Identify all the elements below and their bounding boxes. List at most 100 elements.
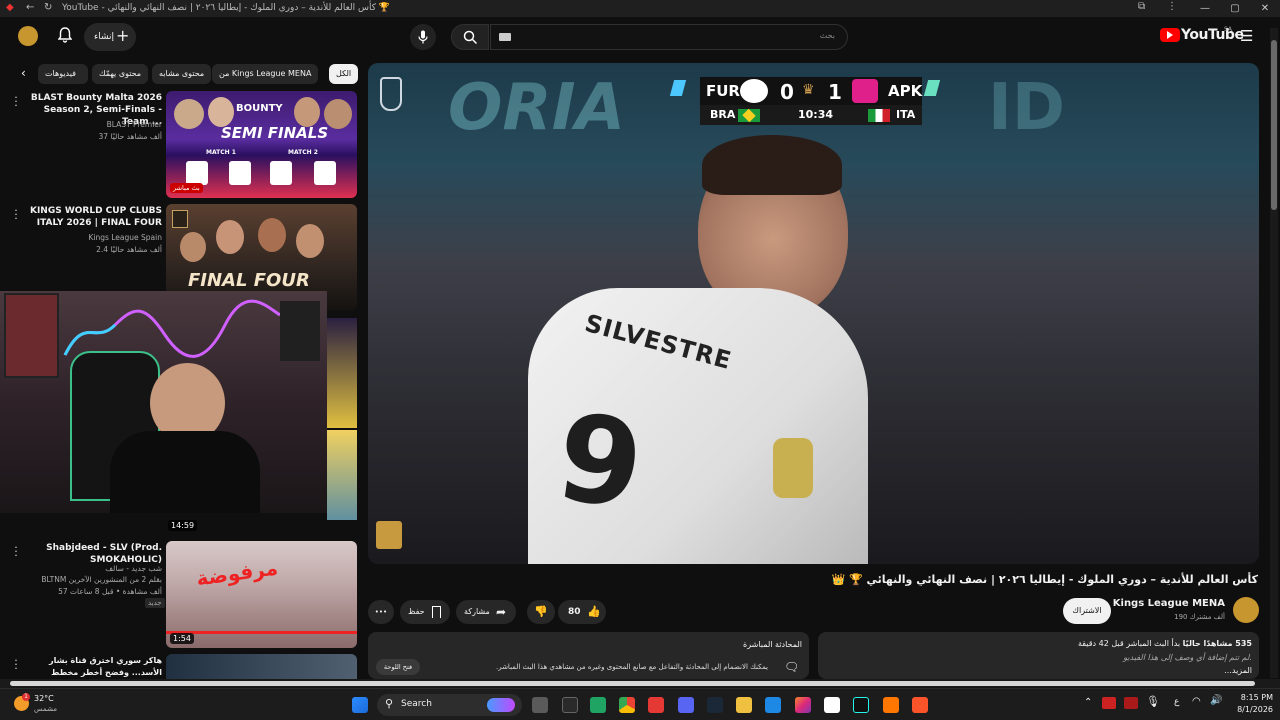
page-scrollbar[interactable] [1270,28,1278,678]
tray-chevron-icon[interactable]: ⌃ [1084,697,1092,708]
instagram-icon[interactable] [795,697,811,713]
background-banner: ID [988,71,1065,145]
clock-time[interactable]: 8:15 PM [1228,693,1273,702]
card-channel-blast[interactable]: BLAST Premier [24,119,162,131]
discord-icon[interactable] [678,697,694,713]
close-button[interactable]: ✕ [1250,0,1280,17]
channel-name[interactable]: BLTNM [41,575,66,584]
weather-badge: 1 [22,693,30,701]
flag-italy-icon [868,109,890,122]
windows-start-icon[interactable] [352,697,368,713]
video-player[interactable]: ORIA ID FUR 0 ♛ 1 APK BRA 10:34 ITA SILV… [368,63,1259,564]
search-button[interactable] [451,24,489,50]
widgets-icon[interactable] [562,697,578,713]
thumbs-up-icon[interactable]: 👍 [587,600,601,624]
card-menu-icon[interactable]: · · · [13,542,19,561]
steam-icon[interactable] [707,697,723,713]
card-menu-icon[interactable]: · · · [13,92,19,111]
keyboard-icon[interactable] [499,33,511,41]
hscroll-thumb[interactable] [10,681,1255,686]
thumb-red-text: مرفوضة [194,555,280,591]
chrome-icon[interactable] [619,697,635,713]
like-dislike-group: 👍 80 [558,600,606,624]
brave-icon: ◆ [6,2,14,13]
card-menu-icon[interactable]: · · · [13,655,19,674]
chip-videos[interactable]: فيديوهات [38,64,88,84]
menu-dots-icon[interactable]: ⋮ [1167,1,1177,12]
like-count[interactable]: 80 [568,600,581,624]
player-face [258,218,286,252]
thumbnail-hacker[interactable] [166,654,357,679]
share-button[interactable]: مشاركة ➦ [456,600,516,624]
tray-app-icon[interactable] [1102,697,1116,709]
team2-logo [852,79,878,103]
weather-temp[interactable]: 32°C [34,694,54,703]
chip-from-channel[interactable]: من Kings League MENA [212,64,319,84]
windows-taskbar: 1 32°C مشمس ⚲ Search ⌃ 🎙 ع ◠ 🔊 8:15 PM 8… [0,688,1280,720]
description-panel[interactable]: 535 مشاهدًا حاليًا بدأ البث المباشر قبل … [818,632,1259,679]
taskbar-search[interactable]: ⚲ Search [377,694,522,716]
extensions-icon[interactable]: ⧉ [1138,1,1145,12]
file-explorer-icon[interactable] [736,697,752,713]
soundcloud-icon[interactable] [883,697,899,713]
back-arrow-icon[interactable]: ← [26,2,34,13]
dislike-button[interactable]: 👎 [527,600,555,624]
hamburger-menu-icon[interactable]: ☰ [1240,27,1253,45]
webcam-overlay [0,291,327,513]
tab-title: YouTube - كأس العالم للأندية – دوري المل… [62,3,391,13]
chat-body: يمكنك الانضمام إلى المحادثة والتفاعل مع … [495,663,768,671]
channel-watermark-icon[interactable] [376,521,402,549]
chip-related[interactable]: محتوى مشابه [152,64,212,84]
wifi-icon[interactable]: ◠ [1192,696,1201,707]
tray-app-icon[interactable] [1124,697,1138,709]
card-channel-kings[interactable]: Kings League Spain [24,232,162,244]
youtube-logo-icon[interactable] [1160,28,1180,42]
clock-date[interactable]: 8/1/2026 [1228,705,1273,714]
create-button[interactable]: إنشاء + [84,23,136,51]
team1-country: BRA [710,108,736,121]
sleeve-badge [773,438,813,498]
search-icon: ⚲ [385,697,394,710]
app-icon-green[interactable] [590,697,606,713]
card-channel-shabjdeed[interactable]: BLTNM بقلم 2 من المنشورين الآخرين [24,574,162,586]
tiktok-icon[interactable] [853,697,869,713]
save-button[interactable]: حفظ [400,600,450,624]
chips-left-chevron-icon[interactable]: ‹ [21,66,26,80]
chip-all[interactable]: الكل [329,64,359,84]
tray-mic-icon[interactable]: 🎙 [1146,695,1160,708]
horizontal-scrollbar[interactable] [0,679,1280,688]
scrollbar-thumb[interactable] [1271,40,1277,210]
minimize-button[interactable]: — [1190,0,1220,17]
card-meta-kings: 2.4 ألف مشاهد حاليًا [96,245,162,254]
card-title-kings[interactable]: KINGS WORLD CUP CLUBS ITALY 2026 | FINAL… [24,205,162,229]
taskbar-search-label: Search [401,699,432,709]
thumbnail-blast[interactable]: BOUNTY SEMI FINALS MATCH 1 MATCH 2 بث مب… [166,91,357,198]
brave-browser-icon[interactable] [912,697,928,713]
reload-icon[interactable]: ↻ [44,2,52,13]
microphone-icon [418,30,428,44]
notifications-bell-icon[interactable] [58,27,72,43]
youtube-app-icon[interactable] [648,697,664,713]
collab-text: بقلم 2 من المنشورين الآخرين [68,575,162,584]
card-menu-icon[interactable]: · · · [13,205,19,224]
thumbnail-shabjdeed[interactable]: مرفوضة 1:54 [166,541,357,648]
chip-for-you[interactable]: محتوى يهمّك [92,64,149,84]
search-input[interactable]: بحث [490,24,848,50]
maximize-button[interactable]: ▢ [1220,0,1250,17]
create-label: إنشاء [94,32,115,42]
task-view-icon[interactable] [532,697,548,713]
volume-icon[interactable]: 🔊 [1210,695,1222,706]
app-icon-white[interactable] [824,697,840,713]
thumb-text: MATCH 1 [206,149,236,156]
app-icon-blue[interactable] [765,697,781,713]
description-more[interactable]: ...المزيد [826,666,1252,675]
team-logo [314,161,336,185]
language-indicator[interactable]: ع [1174,697,1179,707]
channel-avatar[interactable] [1233,597,1259,623]
voice-search-button[interactable] [410,24,436,50]
account-avatar[interactable] [18,26,38,46]
open-chat-button[interactable]: فتح اللوحة [376,659,420,675]
subscribe-button[interactable]: الاشتراك [1063,598,1111,624]
more-actions-button[interactable]: ••• [368,600,394,624]
team-logo [270,161,292,185]
